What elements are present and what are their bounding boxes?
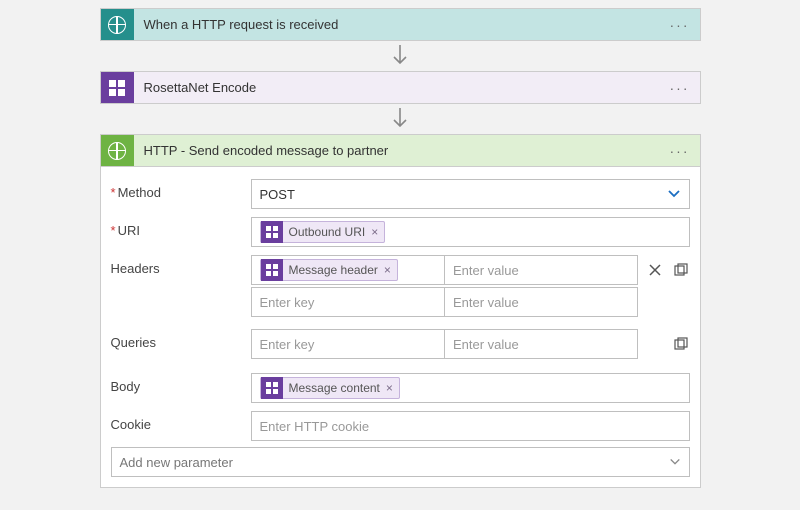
globe-icon — [101, 134, 134, 167]
switch-mode-button[interactable] — [672, 261, 690, 279]
puzzle-icon — [261, 377, 283, 399]
uri-token[interactable]: Outbound URI × — [260, 221, 386, 243]
method-value: POST — [260, 187, 295, 202]
http-more-button[interactable]: ··· — [660, 143, 700, 159]
token-remove-icon[interactable]: × — [371, 225, 378, 239]
chevron-down-icon — [669, 456, 681, 468]
uri-label: *URI — [111, 217, 251, 247]
http-panel: *Method POST *URI Outbound URI × — [100, 167, 701, 488]
header-key-input[interactable]: Message header × — [251, 255, 445, 285]
token-remove-icon[interactable]: × — [386, 381, 393, 395]
uri-input[interactable]: Outbound URI × — [251, 217, 690, 247]
token-remove-icon[interactable]: × — [384, 263, 391, 277]
flow-arrow — [100, 104, 701, 134]
header-key-input[interactable]: Enter key — [251, 287, 445, 317]
puzzle-icon — [101, 71, 134, 104]
rosetta-more-button[interactable]: ··· — [660, 80, 700, 96]
cookie-input[interactable]: Enter HTTP cookie — [251, 411, 690, 441]
header-value-input[interactable]: Enter value — [444, 287, 638, 317]
header-value-input[interactable]: Enter value — [444, 255, 638, 285]
add-parameter-select[interactable]: Add new parameter — [111, 447, 690, 477]
body-label: Body — [111, 373, 251, 403]
queries-label: Queries — [111, 329, 251, 359]
body-token[interactable]: Message content × — [260, 377, 400, 399]
cookie-label: Cookie — [111, 411, 251, 441]
body-input[interactable]: Message content × — [251, 373, 690, 403]
switch-mode-button[interactable] — [672, 335, 690, 353]
trigger-step[interactable]: When a HTTP request is received ··· — [100, 8, 701, 41]
globe-icon — [101, 8, 134, 41]
delete-row-button[interactable] — [646, 261, 664, 279]
rosetta-title: RosettaNet Encode — [134, 80, 660, 95]
http-step[interactable]: HTTP - Send encoded message to partner ·… — [100, 134, 701, 167]
method-label: *Method — [111, 179, 251, 209]
headers-label: Headers — [111, 255, 251, 285]
header-key-token[interactable]: Message header × — [260, 259, 398, 281]
trigger-title: When a HTTP request is received — [134, 17, 660, 32]
http-title: HTTP - Send encoded message to partner — [134, 143, 660, 158]
query-value-input[interactable]: Enter value — [444, 329, 638, 359]
query-key-input[interactable]: Enter key — [251, 329, 445, 359]
method-select[interactable]: POST — [251, 179, 690, 209]
puzzle-icon — [261, 221, 283, 243]
flow-arrow — [100, 41, 701, 71]
rosetta-step[interactable]: RosettaNet Encode ··· — [100, 71, 701, 104]
puzzle-icon — [261, 259, 283, 281]
trigger-more-button[interactable]: ··· — [660, 17, 700, 33]
chevron-down-icon — [667, 187, 681, 201]
